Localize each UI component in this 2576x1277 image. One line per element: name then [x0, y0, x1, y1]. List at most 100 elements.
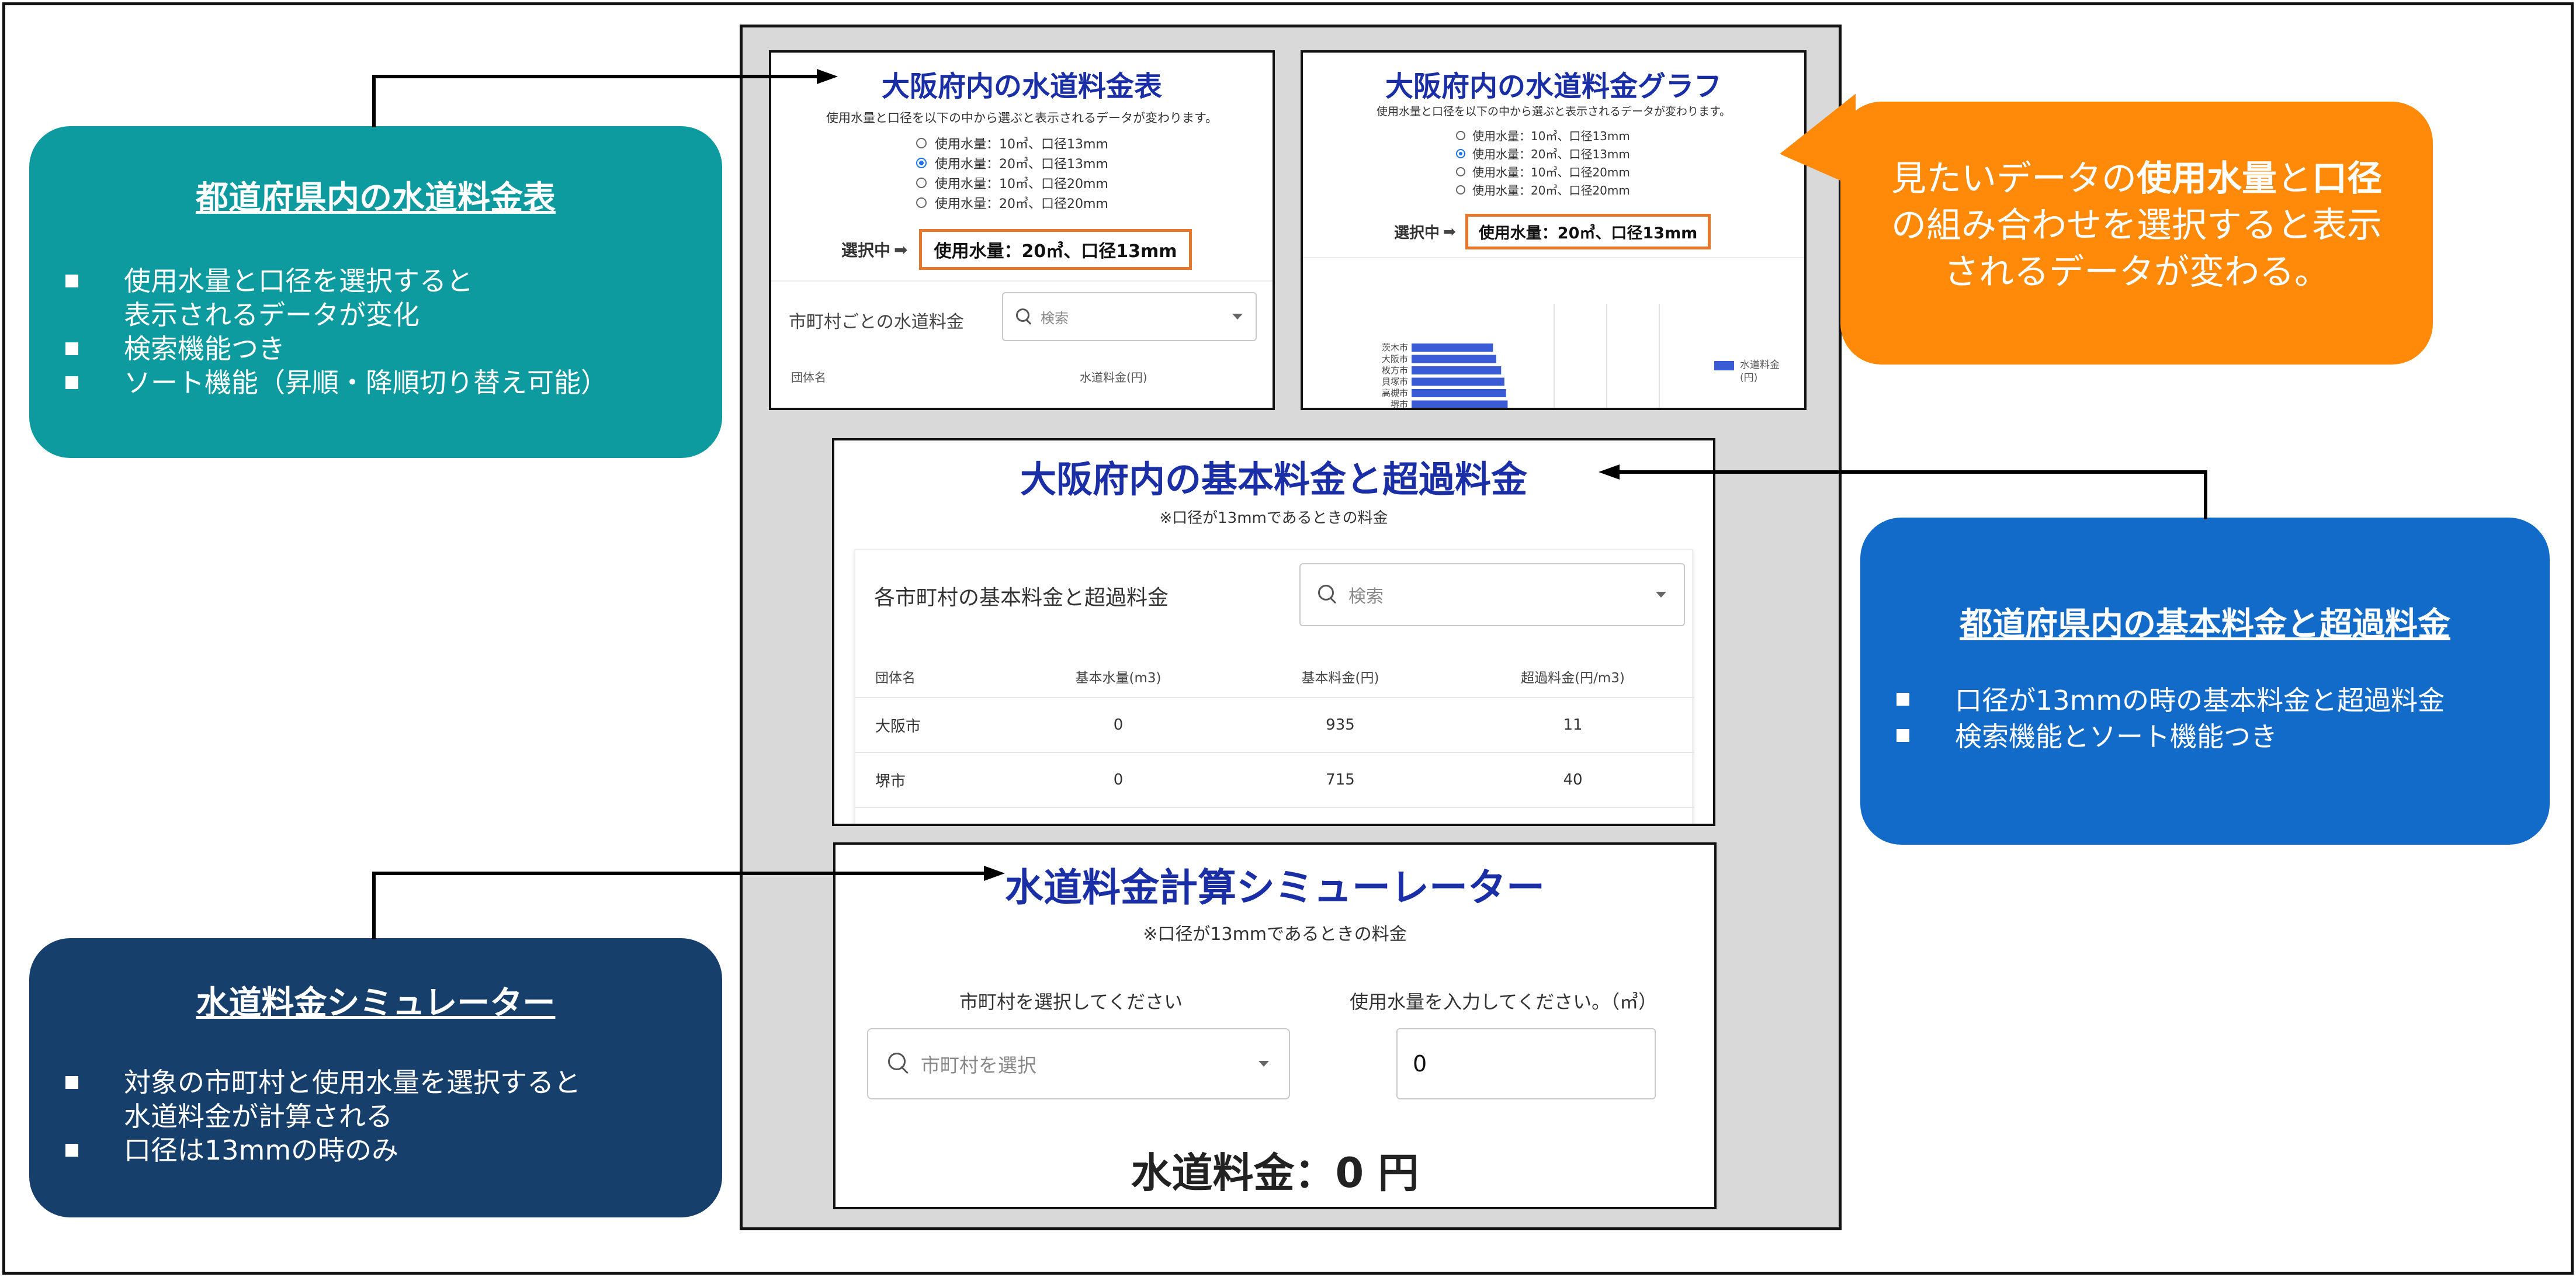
rates-graph-subtitle: 使用水量と口径を以下の中から選ぶと表示されるデータが変わります。	[1376, 105, 1731, 118]
simulator-screenshot: 水道料金計算シミューレーター ※口径が13mmであるときの料金 市町村を選択して…	[833, 842, 1717, 1209]
chevron-down-icon	[1258, 1061, 1269, 1067]
table-row[interactable]: 大阪市 0 935 11	[855, 698, 1694, 752]
rates-graph-option[interactable]: 使用水量：10㎥、口径20mm	[1456, 162, 1630, 181]
simulator-title: 水道料金計算シミューレーター	[1005, 865, 1545, 910]
volume-input[interactable]: 0	[1396, 1028, 1656, 1099]
divider	[771, 280, 1273, 282]
card-title: 都道府県内の基本料金と超過料金	[1960, 606, 2450, 644]
category-label: 貝塚市	[1382, 377, 1408, 387]
radio-selected-icon	[916, 158, 927, 168]
column-header[interactable]: 基本水量(m3)	[1007, 655, 1229, 698]
base-fee-list-label: 各市町村の基本料金と超過料金	[874, 586, 1169, 610]
bar[interactable]	[1412, 355, 1496, 363]
cell-base-fee: 715	[1326, 771, 1355, 789]
chart-legend: 水道料金(円)	[1714, 359, 1787, 384]
connector-line	[372, 75, 376, 127]
volume-label: 使用水量を入力してください。（㎥）	[1350, 991, 1658, 1013]
column-header[interactable]: 水道料金(円)	[1080, 368, 1147, 385]
category-label: 堺市	[1391, 400, 1408, 410]
city-label: 市町村を選択してください	[959, 991, 1183, 1013]
selected-label: 選択中	[841, 241, 891, 260]
base-fee-screenshot: 大阪府内の基本料金と超過料金 ※口径が13mmであるときの料金 各市町村の基本料…	[832, 438, 1715, 826]
arrow-right-icon: ➡	[894, 240, 908, 259]
base-fee-card: 各市町村の基本料金と超過料金 検索 団体名 基本水量(m3) 基本料金(円) 超…	[854, 549, 1694, 824]
cell-excess-fee: 40	[1563, 771, 1583, 789]
connector-line	[372, 75, 820, 78]
bar[interactable]	[1412, 389, 1506, 397]
search-icon	[888, 1053, 910, 1075]
rates-table-selected: 選択中 ➡ 使用水量：20㎥、口径13mm	[841, 229, 1192, 270]
bullet-item: 検索機能とソート機能つき	[1897, 719, 2445, 755]
connector-line	[372, 872, 376, 939]
card-title: 水道料金シミュレーター	[196, 984, 556, 1022]
rates-graph-option[interactable]: 使用水量：10㎥、口径13mm	[1456, 126, 1630, 144]
cell-excess-fee: 11	[1563, 716, 1583, 734]
selected-value: 使用水量：20㎥、口径13mm	[1465, 214, 1711, 249]
arrow-head-icon	[1599, 464, 1620, 480]
rates-graph-option[interactable]: 使用水量：20㎥、口径20mm	[1456, 181, 1630, 199]
selected-label: 選択中	[1394, 224, 1440, 242]
card-title: 都道府県内の水道料金表	[196, 179, 556, 217]
city-select[interactable]: 市町村を選択	[867, 1028, 1290, 1099]
bullet-item: 検索機能つき	[65, 332, 608, 366]
category-label: 枚方市	[1382, 365, 1408, 376]
connector-line	[2204, 470, 2207, 519]
rates-graph-option[interactable]: 使用水量：20㎥、口径13mm	[1456, 144, 1630, 162]
table-row[interactable]: 堺市 0 715 40	[855, 752, 1694, 807]
bar[interactable]	[1412, 400, 1508, 409]
rates-table-option[interactable]: 使用水量：20㎥、口径13mm	[916, 153, 1108, 173]
legend-label: 水道料金(円)	[1740, 359, 1780, 384]
cell-base-volume: 0	[1113, 771, 1124, 789]
bullet-item: 対象の市町村と使用水量を選択すると 水道料金が計算される	[65, 1066, 581, 1133]
rates-table-option[interactable]: 使用水量：10㎥、口径20mm	[916, 173, 1108, 193]
fee-result: 水道料金：0 円	[1131, 1149, 1419, 1197]
radio-icon	[916, 197, 927, 208]
column-header[interactable]: 超過料金(円/m3)	[1451, 655, 1694, 698]
cell-base-fee: 935	[1326, 716, 1355, 734]
rates-bar-chart: 茨木市大阪市枚方市貝塚市高槻市堺市豊中市	[1382, 304, 1660, 410]
card-bullets: 使用水量と口径を選択すると 表示されるデータが変化 検索機能つき ソート機能（昇…	[65, 264, 608, 400]
cell-city: 大阪市	[875, 717, 921, 735]
base-fee-table: 団体名 基本水量(m3) 基本料金(円) 超過料金(円/m3) 大阪市 0 93…	[855, 655, 1694, 808]
simulator-card: 水道料金シミュレーター 対象の市町村と使用水量を選択すると 水道料金が計算される…	[29, 938, 722, 1217]
bullet-item: ソート機能（昇順・降順切り替え可能）	[65, 366, 608, 400]
radio-selected-icon	[1456, 148, 1465, 158]
bar[interactable]	[1412, 366, 1502, 374]
arrow-head-icon	[984, 866, 1005, 881]
rates-table-search[interactable]: 検索	[1002, 292, 1257, 341]
radio-icon	[1456, 166, 1465, 176]
category-label: 大阪市	[1382, 354, 1408, 365]
arrow-right-icon: ➡	[1443, 223, 1456, 241]
bar[interactable]	[1412, 377, 1504, 386]
legend-swatch	[1714, 361, 1734, 370]
rates-table-list-label: 市町村ごとの水道料金	[789, 312, 964, 332]
connector-line	[372, 872, 987, 875]
rates-table-option[interactable]: 使用水量：20㎥、口径20mm	[916, 193, 1108, 213]
radio-icon	[916, 138, 927, 148]
chevron-down-icon	[1232, 314, 1243, 320]
base-fee-search[interactable]: 検索	[1299, 563, 1685, 626]
column-header[interactable]: 団体名	[855, 655, 1007, 698]
radio-icon	[1456, 185, 1465, 195]
connector-line	[1620, 470, 2207, 474]
rates-table-title: 大阪府内の水道料金表	[881, 70, 1162, 103]
card-bullets: 口径が13mmの時の基本料金と超過料金 検索機能とソート機能つき	[1897, 682, 2445, 755]
base-fee-card-callout: 都道府県内の基本料金と超過料金 口径が13mmの時の基本料金と超過料金 検索機能…	[1860, 518, 2550, 845]
search-icon	[1318, 585, 1338, 605]
divider	[1303, 257, 1804, 258]
cell-city: 堺市	[875, 772, 906, 790]
card-bullets: 対象の市町村と使用水量を選択すると 水道料金が計算される 口径は13mmの時のみ	[65, 1066, 581, 1167]
rates-graph-options: 使用水量：10㎥、口径13mm 使用水量：20㎥、口径13mm 使用水量：10㎥…	[1456, 126, 1630, 199]
callout-text: 見たいデータの使用水量と口径 の組み合わせを選択すると表示 されるデータが変わる…	[1891, 158, 2382, 293]
column-header[interactable]: 基本料金(円)	[1229, 655, 1451, 698]
chevron-down-icon	[1656, 592, 1666, 598]
bullet-item: 使用水量と口径を選択すると 表示されるデータが変化	[65, 264, 608, 332]
selection-callout: 見たいデータの使用水量と口径 の組み合わせを選択すると表示 されるデータが変わる…	[1840, 102, 2433, 365]
rates-graph-selected: 選択中 ➡ 使用水量：20㎥、口径13mm	[1394, 214, 1711, 249]
rates-table-option[interactable]: 使用水量：10㎥、口径13mm	[916, 133, 1108, 153]
search-icon	[1016, 308, 1032, 325]
rates-table-card: 都道府県内の水道料金表 使用水量と口径を選択すると 表示されるデータが変化 検索…	[29, 126, 722, 458]
rates-table-screenshot: 大阪府内の水道料金表 使用水量と口径を以下の中から選ぶと表示されるデータが変わり…	[769, 50, 1275, 410]
column-header[interactable]: 団体名	[791, 368, 826, 385]
bar[interactable]	[1412, 343, 1493, 352]
